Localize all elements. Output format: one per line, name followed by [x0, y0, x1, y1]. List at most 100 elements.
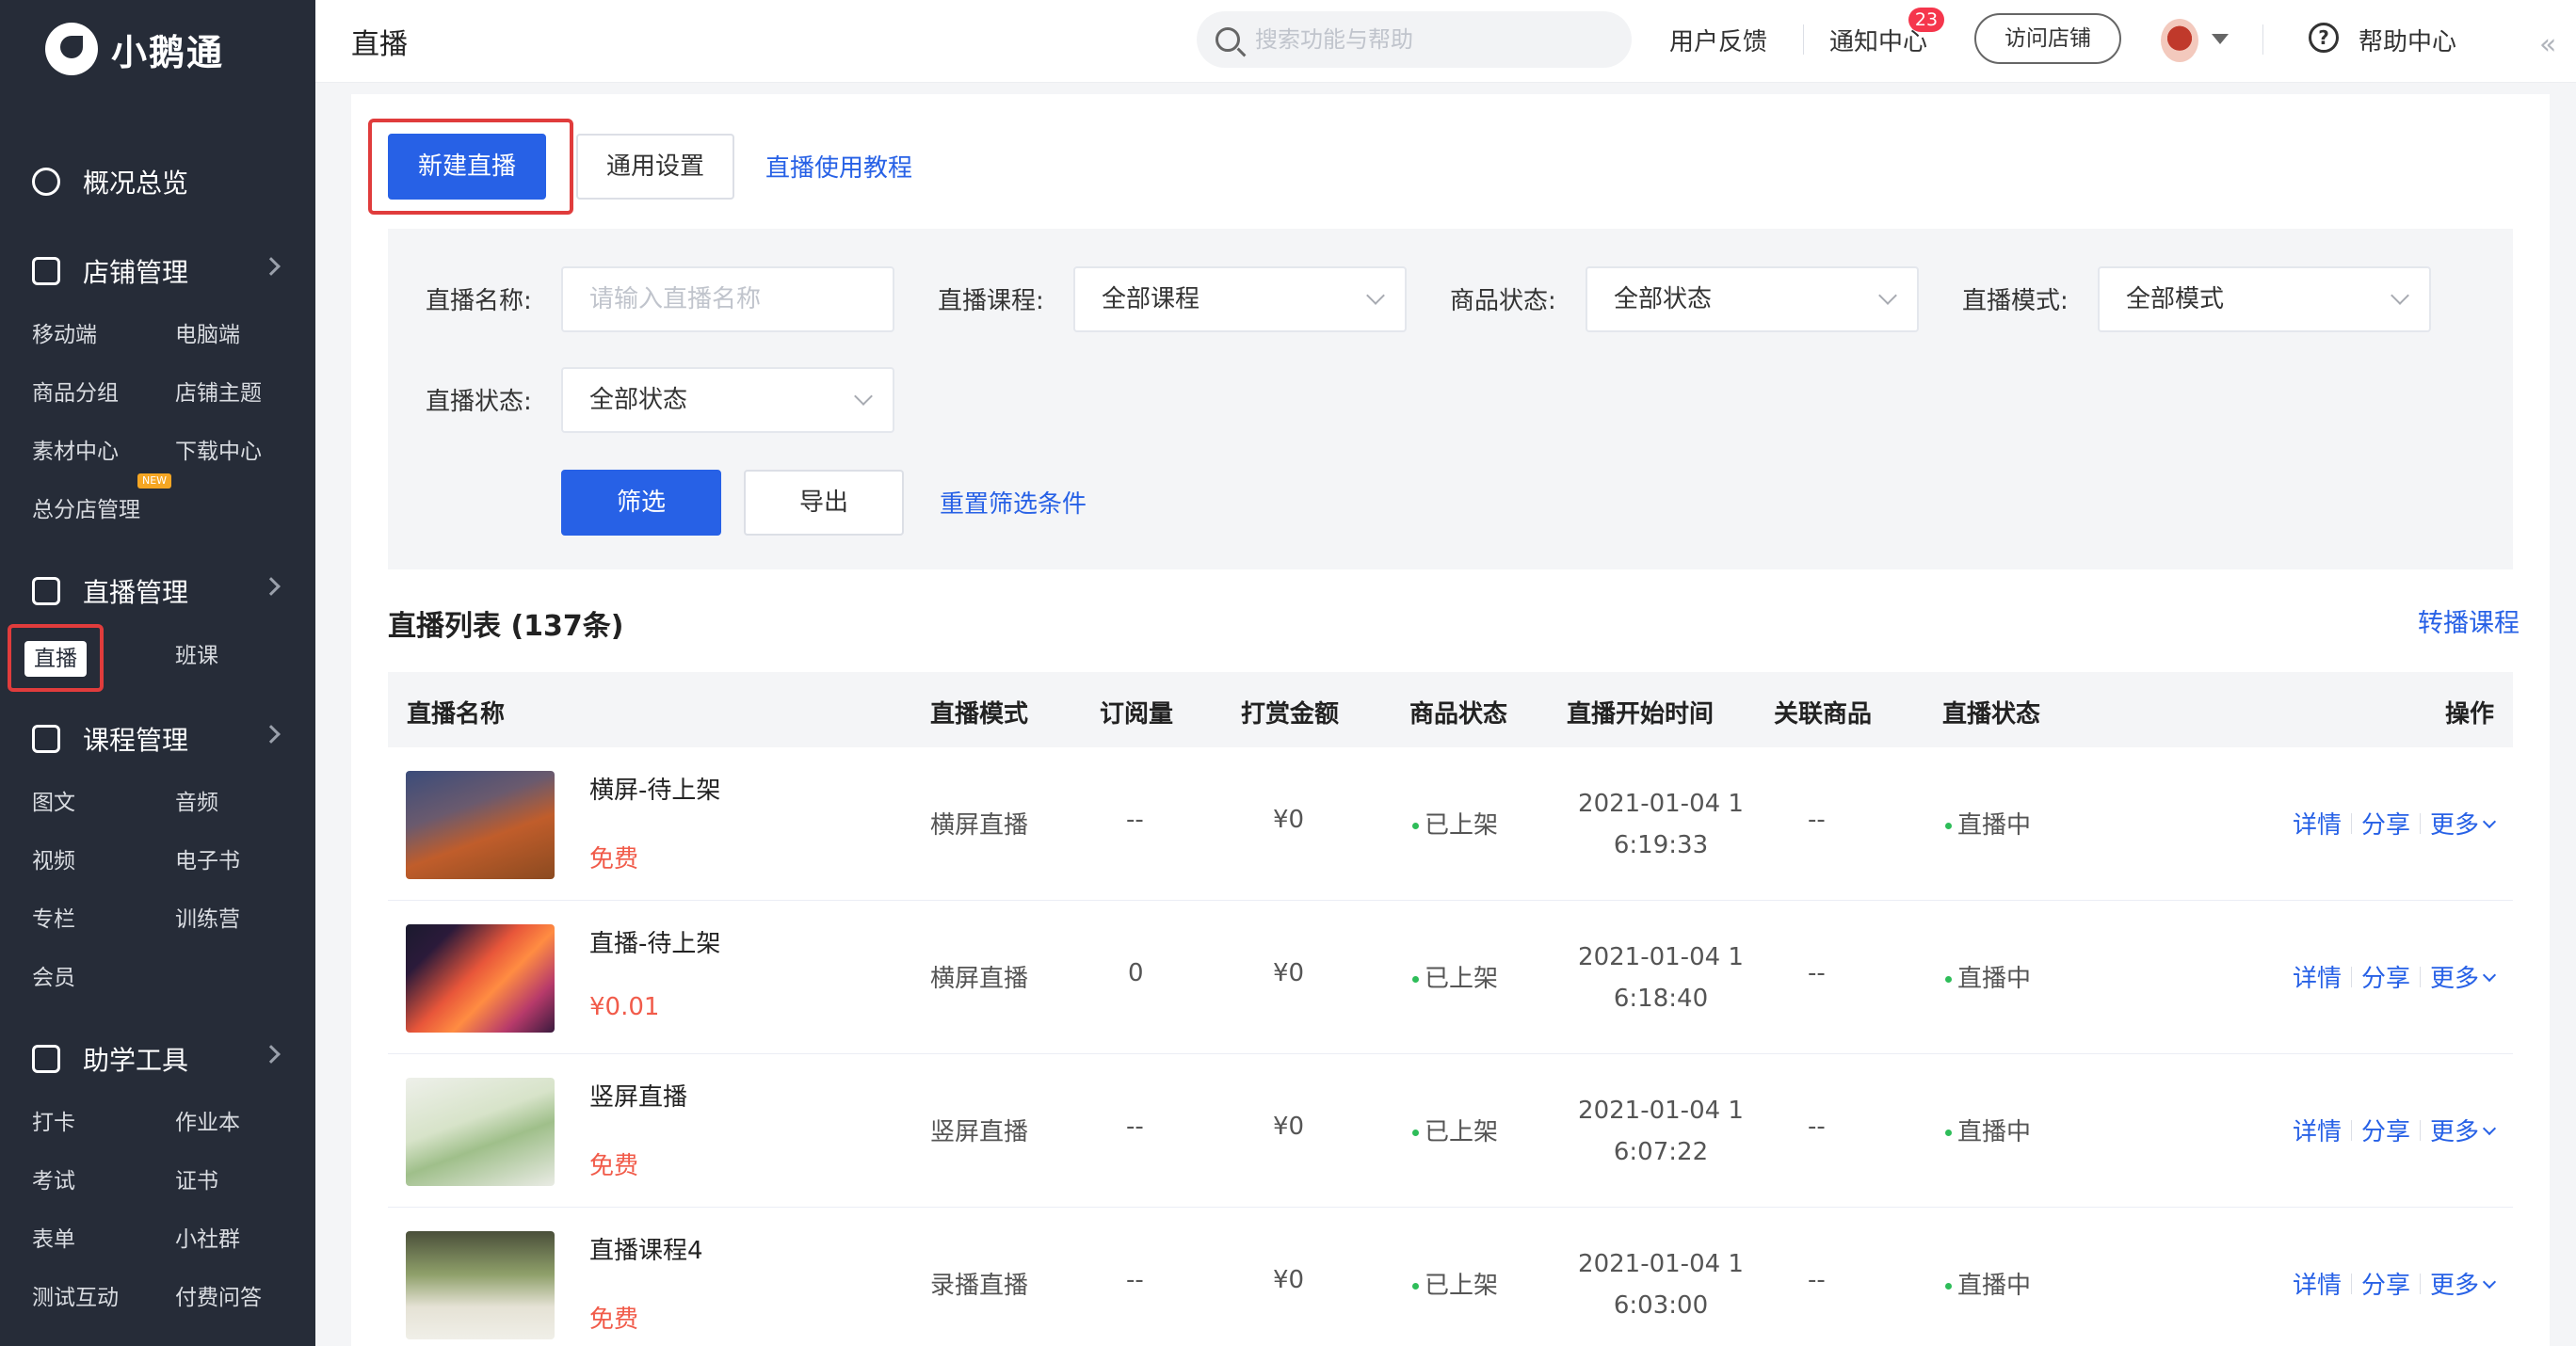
detail-link[interactable]: 详情	[2293, 1266, 2342, 1301]
divider	[2419, 812, 2421, 834]
name-filter-input[interactable]: 请输入直播名称	[561, 266, 894, 332]
sidebar-item-homework[interactable]: 作业本	[175, 1104, 240, 1142]
sidebar-item-quiz[interactable]: 测试互动	[32, 1279, 119, 1317]
live-name[interactable]: 竖屏直播	[589, 1078, 687, 1113]
sidebar-item-goods-group[interactable]: 商品分组	[32, 375, 119, 412]
caret-down-icon[interactable]	[2212, 34, 2229, 44]
sidebar-item-live-active[interactable]: 直播	[8, 624, 104, 692]
tutorial-link[interactable]: 直播使用教程	[765, 149, 912, 184]
share-link[interactable]: 分享	[2361, 806, 2410, 841]
nav-course-label: 课程管理	[83, 725, 189, 756]
sidebar-item-pc[interactable]: 电脑端	[175, 316, 240, 354]
live-subs: --	[1126, 1113, 1144, 1141]
share-link[interactable]: 分享	[2361, 1113, 2410, 1147]
search-box[interactable]	[1197, 11, 1632, 68]
col-subs: 订阅量	[1100, 700, 1174, 729]
live-reward: ¥0	[1273, 806, 1305, 834]
sidebar-item-store-theme[interactable]: 店铺主题	[175, 375, 262, 412]
live-price: 免费	[589, 1306, 639, 1334]
filter-button[interactable]: 筛选	[561, 470, 721, 536]
help-icon: ?	[2309, 23, 2339, 53]
nav-overview[interactable]: 概况总览	[0, 153, 315, 210]
status-filter-select[interactable]: 全部状态	[561, 367, 894, 433]
live-name[interactable]: 直播-待上架	[589, 924, 720, 959]
detail-link[interactable]: 详情	[2293, 1113, 2342, 1147]
sidebar-item-audio[interactable]: 音频	[175, 784, 218, 822]
mode-filter-select[interactable]: 全部模式	[2098, 266, 2431, 332]
row-actions: 详情 分享 更多	[2293, 806, 2497, 841]
live-thumbnail[interactable]	[406, 924, 555, 1033]
sidebar-item-community[interactable]: 小社群	[175, 1221, 240, 1258]
start-time: 2021-01-04 1 6:18:40	[1567, 937, 1755, 1019]
live-thumbnail[interactable]	[406, 1231, 555, 1339]
course-filter-select[interactable]: 全部课程	[1073, 266, 1407, 332]
help-center-link[interactable]: 帮助中心	[2359, 23, 2456, 57]
live-name[interactable]: 横屏-待上架	[589, 771, 720, 806]
live-status-text: 直播中	[1957, 811, 2032, 840]
chevron-down-icon	[2482, 1121, 2497, 1135]
live-reward: ¥0	[1273, 959, 1305, 987]
avatar[interactable]	[2161, 19, 2198, 62]
related-goods: --	[1808, 1266, 1826, 1294]
sidebar-item-branches[interactable]: 总分店管理	[32, 491, 140, 529]
sidebar-item-video[interactable]: 视频	[32, 842, 75, 880]
divider	[2419, 1119, 2421, 1141]
general-settings-button[interactable]: 通用设置	[576, 134, 734, 200]
more-link[interactable]: 更多	[2430, 1113, 2479, 1147]
col-mode: 直播模式	[930, 700, 1029, 729]
sidebar-item-materials[interactable]: 素材中心	[32, 433, 119, 471]
sidebar-item-paid-qa[interactable]: 付费问答	[175, 1279, 262, 1317]
sidebar-item-form[interactable]: 表单	[32, 1221, 75, 1258]
live-name[interactable]: 直播课程4	[589, 1231, 703, 1266]
more-link[interactable]: 更多	[2430, 806, 2479, 841]
rebroadcast-link[interactable]: 转播课程	[2418, 602, 2520, 639]
live-thumbnail[interactable]	[406, 1078, 555, 1186]
export-button[interactable]: 导出	[744, 470, 904, 536]
share-link[interactable]: 分享	[2361, 959, 2410, 994]
goods-filter-select[interactable]: 全部状态	[1586, 266, 1919, 332]
sidebar-item-checkin[interactable]: 打卡	[32, 1104, 75, 1142]
more-link[interactable]: 更多	[2430, 959, 2479, 994]
detail-link[interactable]: 详情	[2293, 959, 2342, 994]
logo-icon	[45, 23, 98, 75]
sidebar-item-column[interactable]: 专栏	[32, 901, 75, 938]
col-live-status: 直播状态	[1942, 700, 2041, 729]
detail-link[interactable]: 详情	[2293, 806, 2342, 841]
start-time: 2021-01-04 1 6:19:33	[1567, 783, 1755, 866]
nav-live[interactable]: 直播管理	[0, 563, 315, 619]
search-input[interactable]	[1255, 26, 1594, 53]
collapse-icon[interactable]: «	[2539, 28, 2556, 61]
start-time-clock: 6:18:40	[1613, 985, 1709, 1013]
start-time: 2021-01-04 1 6:07:22	[1567, 1090, 1755, 1173]
sidebar-item-mobile[interactable]: 移动端	[32, 316, 97, 354]
nav-tools[interactable]: 助学工具	[0, 1031, 315, 1087]
col-name: 直播名称	[407, 700, 506, 729]
nav-course[interactable]: 课程管理	[0, 711, 315, 767]
logo[interactable]: 小鹅通	[45, 21, 224, 77]
status-dot	[1945, 1283, 1952, 1290]
chevron-down-icon	[2482, 1274, 2497, 1289]
new-live-button[interactable]: 新建直播	[388, 134, 546, 200]
feedback-link[interactable]: 用户反馈	[1669, 23, 1767, 57]
sidebar-item-ebook[interactable]: 电子书	[175, 842, 240, 880]
live-thumbnail[interactable]	[406, 771, 555, 879]
sidebar-item-certificate[interactable]: 证书	[175, 1162, 218, 1200]
chevron-down-icon	[1878, 286, 1897, 305]
status-filter-label: 直播状态:	[426, 388, 532, 416]
visit-store-button[interactable]: 访问店铺	[1974, 13, 2121, 64]
sidebar-item-camp[interactable]: 训练营	[175, 901, 240, 938]
sidebar-item-class[interactable]: 班课	[175, 637, 218, 675]
nav-store[interactable]: 店铺管理	[0, 243, 315, 299]
reset-filters-link[interactable]: 重置筛选条件	[940, 485, 1087, 520]
more-link[interactable]: 更多	[2430, 1266, 2479, 1301]
divider	[1803, 24, 1804, 55]
sidebar-item-member[interactable]: 会员	[32, 959, 75, 997]
chevron-right-icon	[262, 257, 281, 276]
sidebar-item-downloads[interactable]: 下载中心	[175, 433, 262, 471]
divider	[2350, 1119, 2352, 1141]
share-link[interactable]: 分享	[2361, 1266, 2410, 1301]
sidebar-item-article[interactable]: 图文	[32, 784, 75, 822]
goods-status: 已上架	[1412, 806, 1498, 841]
sidebar-item-exam[interactable]: 考试	[32, 1162, 75, 1200]
sidebar-item-live[interactable]: 直播	[24, 641, 87, 677]
